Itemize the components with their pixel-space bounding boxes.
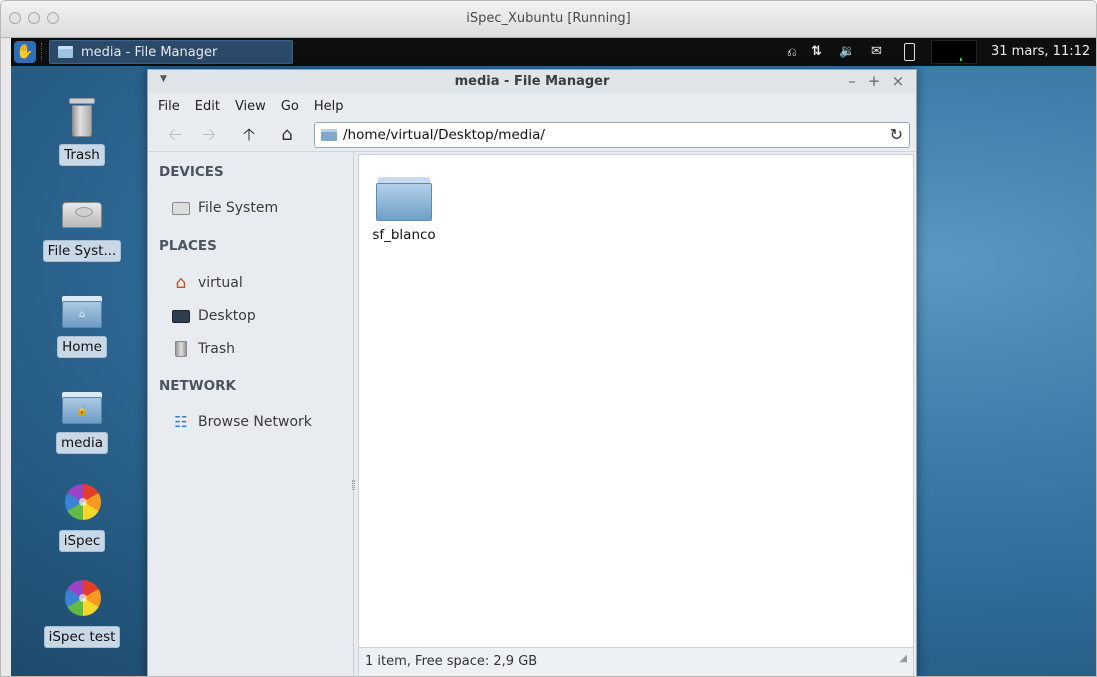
panel-clock[interactable]: 31 mars, 11:12 (991, 42, 1090, 62)
sidebar-item-label: File System (198, 200, 279, 216)
ispec-icon (61, 578, 103, 620)
file-item-sf-blanco[interactable]: sf_blanco (369, 175, 439, 243)
wifi-icon: ☷ (174, 413, 188, 431)
up-arrow-icon[interactable]: 🡡 (238, 125, 260, 145)
sidebar-item-browse-network[interactable]: ☷ Browse Network (172, 414, 312, 430)
guest-desktop: ✋ media - File Manager ⎌ ⇅ 🔉 ✉ 31 mars, … (11, 38, 1096, 676)
file-view[interactable]: sf_blanco (358, 154, 914, 648)
hard-drive-icon (61, 192, 103, 234)
menu-file[interactable]: File (158, 99, 180, 114)
sidebar: DEVICES File System PLACES ⌂ virtual Des… (148, 152, 355, 676)
status-text: 1 item, Free space: 2,9 GB (365, 654, 538, 669)
home-icon[interactable]: ⌂ (276, 125, 298, 145)
file-manager-window: ▼ media - File Manager – + × File Edit V… (147, 69, 917, 676)
host-titlebar: iSpec_Xubuntu [Running] (1, 1, 1096, 38)
mail-icon[interactable]: ✉ (871, 42, 882, 62)
maximize-button[interactable]: + (866, 72, 882, 90)
taskbar-button-label: media - File Manager (81, 44, 218, 60)
ispec-icon (61, 482, 103, 524)
sidebar-item-label: Trash (198, 341, 235, 357)
desktop-icon-home[interactable]: ⌂ Home (37, 288, 127, 362)
menu-go[interactable]: Go (281, 99, 299, 114)
desktop-icon-ispec[interactable]: iSpec (37, 482, 127, 556)
whisker-menu-icon[interactable]: ✋ (14, 41, 36, 63)
network-tray-icon[interactable]: ⎌ (787, 42, 797, 62)
sidebar-item-virtual[interactable]: ⌂ virtual (172, 273, 243, 293)
desktop-icon-trash[interactable]: Trash (37, 96, 127, 170)
panel-separator (41, 43, 45, 61)
forward-arrow-icon[interactable]: 🡢 (198, 125, 220, 145)
taskbar-button-file-manager[interactable]: media - File Manager (49, 40, 293, 64)
reload-icon[interactable]: ↻ (890, 125, 903, 144)
sidebar-header-places: PLACES (159, 238, 217, 254)
sidebar-item-label: Desktop (198, 308, 256, 324)
folder-icon (376, 175, 432, 221)
trash-icon (175, 341, 187, 357)
toolbar: 🡠 🡢 🡡 ⌂ /home/virtual/Desktop/media/ ↻ (148, 118, 916, 152)
sidebar-item-trash[interactable]: Trash (172, 341, 235, 357)
home-icon: ⌂ (175, 273, 187, 293)
trash-icon (61, 96, 103, 138)
desktop-icon-file-system[interactable]: File Syst... (37, 192, 127, 266)
media-folder-icon: 🔒 (61, 384, 103, 426)
desktop-icon-ispec-test[interactable]: iSpec test (37, 578, 127, 652)
sidebar-header-network: NETWORK (159, 378, 236, 394)
back-arrow-icon[interactable]: 🡠 (164, 125, 186, 145)
folder-icon (321, 129, 337, 141)
host-window-title: iSpec_Xubuntu [Running] (466, 11, 631, 26)
desktop-icon-label: iSpec (58, 530, 106, 552)
sidebar-item-file-system[interactable]: File System (172, 200, 278, 216)
desktop-icon-media[interactable]: 🔒 media (37, 384, 127, 458)
status-bar: 1 item, Free space: 2,9 GB ◢ (358, 645, 914, 676)
sidebar-item-desktop[interactable]: Desktop (172, 308, 256, 324)
desktop-icon (172, 309, 190, 323)
minimize-button[interactable]: – (844, 72, 860, 90)
top-panel: ✋ media - File Manager ⎌ ⇅ 🔉 ✉ 31 mars, … (11, 38, 1096, 66)
location-path: /home/virtual/Desktop/media/ (343, 127, 545, 143)
menu-view[interactable]: View (235, 99, 266, 114)
location-bar[interactable]: /home/virtual/Desktop/media/ ↻ (314, 122, 910, 148)
host-window: iSpec_Xubuntu [Running] ✋ media - File M… (0, 0, 1097, 677)
file-manager-titlebar[interactable]: ▼ media - File Manager – + × (148, 70, 916, 94)
drive-icon (172, 201, 190, 215)
resize-grip-icon[interactable]: ◢ (899, 645, 907, 673)
volume-icon[interactable]: 🔉 (839, 42, 855, 62)
sidebar-header-devices: DEVICES (159, 164, 224, 180)
menu-edit[interactable]: Edit (195, 99, 220, 114)
home-folder-icon: ⌂ (61, 288, 103, 330)
desktop-icon-label: Home (57, 336, 107, 358)
desktop-icon-label: media (55, 432, 109, 454)
sidebar-resize-handle[interactable] (352, 480, 355, 490)
battery-icon[interactable] (904, 43, 915, 61)
folder-icon (58, 46, 73, 58)
menu-help[interactable]: Help (314, 99, 344, 114)
desktop-icon-label: Trash (59, 144, 105, 166)
transfer-arrows-icon[interactable]: ⇅ (811, 42, 822, 62)
system-monitor-widget[interactable] (931, 40, 977, 64)
sidebar-item-label: Browse Network (198, 414, 312, 430)
file-manager-title: media - File Manager (454, 74, 610, 89)
close-button[interactable]: × (890, 72, 906, 90)
file-item-name: sf_blanco (372, 227, 436, 243)
menu-bar: File Edit View Go Help (148, 94, 916, 118)
desktop-icon-label: iSpec test (43, 626, 121, 648)
desktop-icon-label: File Syst... (42, 240, 122, 262)
sidebar-item-label: virtual (198, 275, 243, 291)
